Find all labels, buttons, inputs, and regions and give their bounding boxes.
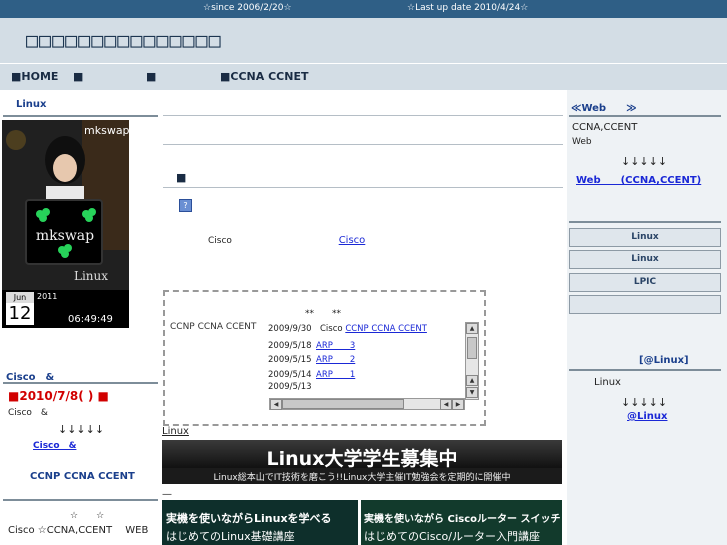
at-linux-link[interactable]: @Linux [627, 411, 668, 422]
cisco-heading: Cisco & [6, 372, 55, 383]
date-announcement: ■2010/7/8( ) ■ [8, 389, 109, 403]
photo-caption: mkswap [84, 124, 129, 137]
news-title: ** ** [305, 309, 342, 319]
nav-item-3[interactable]: ■ [146, 70, 156, 83]
clock-day: 12 [6, 303, 34, 325]
banner-linux-bottom: はじめてのLinux基礎講座 [166, 530, 295, 543]
nav-item-ccna[interactable]: ■CCNA CCNET [220, 70, 308, 83]
lpic-button[interactable]: LPIC [569, 273, 721, 292]
banner-subtitle: Linux総本山でIT技術を磨こう!!Linux大学主催IT勉強会を定期的に開催… [213, 473, 511, 483]
board-text: mkswap [36, 228, 94, 244]
divider [163, 187, 563, 188]
scroll-thumb[interactable] [467, 337, 477, 359]
ccnp-heading: CCNP CCNA CCENT [30, 471, 135, 482]
site-title[interactable]: □□□□□□□□□□□□□□□ [26, 28, 222, 52]
help-icon[interactable]: ? [179, 199, 192, 212]
divider [569, 221, 721, 223]
course-banner[interactable]: 実機を使いながらLinuxを学べる はじめてのLinux基礎講座 実機を使いなが… [162, 500, 562, 545]
stars: ☆ ☆ [70, 511, 105, 521]
web-ccna-link[interactable]: Web (CCNA,CCENT) [576, 171, 701, 186]
cisco-text: Cisco & [8, 408, 48, 418]
scroll-up-icon[interactable]: ▲ [466, 375, 478, 386]
section-marker: ■ [176, 171, 187, 184]
news-row: 2009/5/15 ARP 2 [268, 355, 356, 365]
photo-logo: Linux [74, 269, 108, 283]
scroll-left-icon[interactable]: ◀ [440, 399, 452, 410]
profile-photo: mkswap Linux mkswap Jun 12 2011 06:49:49 [2, 120, 129, 328]
nav-item-home[interactable]: ■HOME [11, 70, 58, 83]
news-box: ** ** CCNP CCNA CCENT 2009/9/30 Cisco CCN… [163, 290, 486, 426]
horizontal-scrollbar[interactable]: ◀ ◀ ▶ [269, 398, 465, 410]
clock-month: Jun [6, 292, 34, 303]
banner-cisco-top: 実機を使いながら Ciscoルーター スイッチ 学べる [364, 514, 562, 525]
banner-title: Linux大学学生募集中 [266, 448, 458, 470]
down-arrows: ↓↓↓↓↓ [621, 396, 668, 409]
at-linux-heading: [@Linux] [639, 355, 689, 366]
web-text: Web [572, 137, 592, 147]
bottom-text: Cisco ☆CCNA,CCENT WEB [8, 525, 149, 536]
news-row: 2009/5/13 [268, 382, 312, 392]
news-list: 2009/9/30 Cisco CCNP CCNA CCENT 2009/5/18… [268, 324, 453, 392]
divider [569, 369, 721, 371]
down-arrows: ↓↓↓↓↓ [58, 423, 105, 436]
last-update-text: ☆Last up date 2010/4/24☆ [407, 3, 529, 13]
clock-year: 2011 [37, 292, 58, 301]
vertical-scrollbar[interactable]: ▲ ▲ ▼ [465, 322, 479, 400]
divider [3, 499, 158, 501]
linux-link[interactable]: Linux [162, 426, 210, 437]
divider [3, 382, 158, 384]
since-text: ☆since 2006/2/20☆ [203, 3, 292, 13]
scroll-thumb[interactable] [282, 399, 404, 409]
news-row: 2009/9/30 Cisco CCNP CCNA CCENT [268, 324, 427, 334]
web-heading: ≪Web ≫ [571, 103, 637, 114]
linux-text: Linux [594, 377, 621, 388]
news-row: 2009/5/18 ARP 3 [268, 340, 356, 351]
site-header: □□□□□□□□□□□□□□□ [0, 18, 727, 63]
news-side-label: CCNP CCNA CCENT [170, 322, 257, 332]
divider [163, 115, 563, 116]
banner-linux-top: 実機を使いながらLinuxを学べる [166, 512, 332, 525]
nav-item-2[interactable]: ■ [73, 70, 83, 83]
down-arrows: ↓↓↓↓↓ [621, 155, 668, 168]
cisco-label: Cisco [208, 236, 232, 246]
main-nav: ■HOME ■ ■ ■CCNA CCNET [0, 63, 727, 91]
scroll-right-icon[interactable]: ▶ [452, 399, 464, 410]
ccna-text: CCNA,CCENT [572, 122, 638, 133]
divider [569, 115, 721, 117]
linux-daigaku-banner[interactable]: Linux大学学生募集中 Linux総本山でIT技術を磨こう!!Linux大学主… [162, 440, 562, 484]
cisco-link[interactable]: Cisco & [33, 438, 76, 451]
top-bar: ☆since 2006/2/20☆ ☆Last up date 2010/4/2… [0, 0, 727, 18]
linux-button[interactable]: Linux [569, 228, 721, 247]
news-row: 2009/5/14 ARP 1 [268, 369, 356, 380]
divider [3, 115, 158, 117]
clock-time: 06:49:49 [68, 314, 113, 325]
scroll-up-icon[interactable]: ▲ [466, 323, 478, 334]
scroll-down-icon[interactable]: ▼ [466, 387, 478, 398]
photo-image: mkswap Linux [2, 120, 129, 290]
banner-cisco-bottom: はじめてのCisco/ルーター入門講座 [364, 530, 540, 543]
linux-button-2[interactable]: Linux [569, 250, 721, 269]
linux-heading: Linux [16, 99, 47, 110]
blank-button[interactable] [569, 295, 721, 314]
divider [163, 144, 563, 145]
clock-widget: Jun 12 2011 06:49:49 [2, 290, 129, 328]
cisco-main-link[interactable]: Cisco [302, 235, 402, 246]
dash: — [162, 489, 172, 500]
scroll-left-icon[interactable]: ◀ [270, 399, 282, 410]
